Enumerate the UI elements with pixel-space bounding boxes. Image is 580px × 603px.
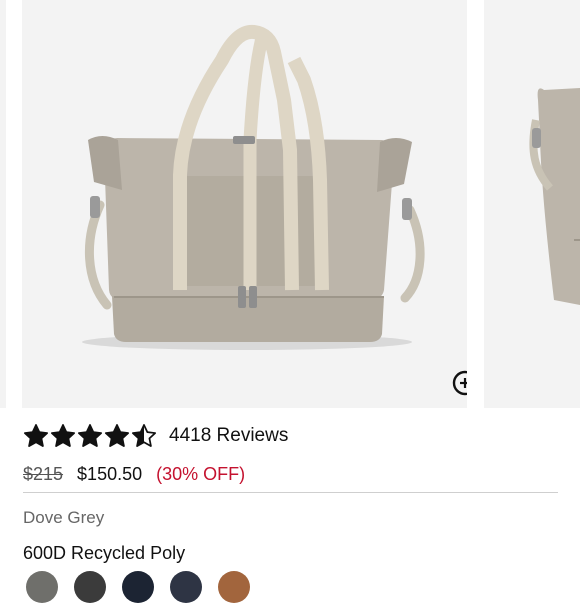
star-filled-icon — [23, 424, 49, 447]
sale-price: $150.50 — [77, 463, 143, 484]
selected-material-name: 600D Recycled Poly — [23, 543, 186, 563]
duffel-bag-side-image — [529, 88, 580, 305]
star-filled-icon — [50, 424, 76, 447]
zoom-in-icon — [452, 370, 467, 396]
original-price: $215 — [23, 463, 64, 484]
next-slide-preview[interactable] — [484, 0, 580, 408]
color-swatch[interactable] — [218, 571, 250, 603]
color-swatch[interactable] — [26, 571, 58, 603]
previous-slide-edge[interactable] — [0, 0, 6, 408]
product-image-main[interactable] — [22, 0, 467, 408]
selected-color-name: Dove Grey — [23, 508, 105, 527]
price-row: $215 $150.50 (30% OFF) — [23, 461, 245, 487]
zoom-button[interactable] — [450, 368, 467, 404]
color-swatch[interactable] — [170, 571, 202, 603]
star-filled-icon — [104, 424, 130, 447]
reviews-link[interactable]: 4418 Reviews — [169, 425, 288, 447]
discount-badge: (30% OFF) — [156, 463, 246, 484]
duffel-bag-image — [82, 24, 425, 350]
image-gallery[interactable] — [0, 0, 580, 410]
color-swatch[interactable] — [74, 571, 106, 603]
color-swatch[interactable] — [122, 571, 154, 603]
divider — [23, 492, 558, 493]
star-filled-icon — [77, 424, 103, 447]
star-rating — [23, 423, 157, 449]
star-half-icon — [131, 424, 157, 447]
rating-row: 4418 Reviews — [23, 422, 288, 450]
